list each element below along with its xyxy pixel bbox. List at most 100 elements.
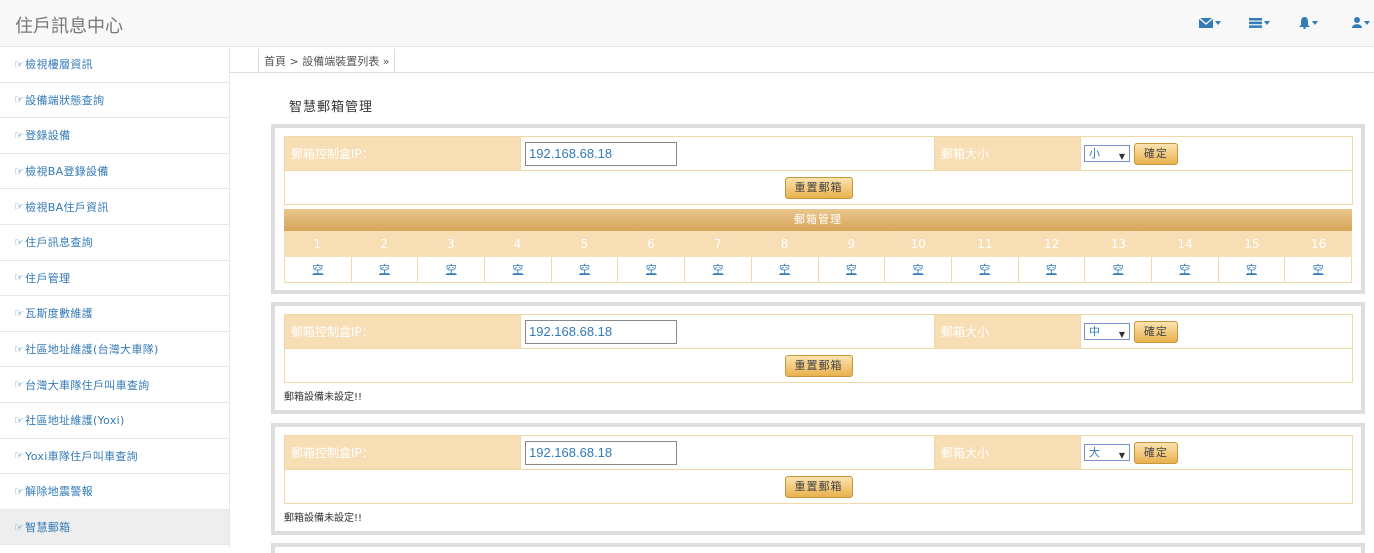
- tasks-icon[interactable]: [1249, 15, 1271, 31]
- slot-number: 7: [714, 237, 722, 251]
- ip-input[interactable]: [525, 319, 677, 344]
- sidebar-item-label: 解除地震警報: [25, 485, 93, 499]
- slot-number: 9: [847, 237, 856, 251]
- sidebar-item-ba-devices[interactable]: ☞ 檢視BA登錄設備: [0, 154, 229, 190]
- sidebar-item-taxi-query[interactable]: ☞ 台灣大車隊住戶叫車查詢: [0, 367, 229, 403]
- pointing-hand-icon: ☞: [14, 93, 25, 107]
- reset-mailbox-button[interactable]: 重置郵箱: [784, 176, 853, 199]
- sidebar-item-resident-management[interactable]: ☞ 住戶管理: [0, 261, 229, 297]
- sidebar-item-label: Yoxi車隊住戶叫車查詢: [25, 449, 138, 463]
- sidebar-item-ba-residents[interactable]: ☞ 檢視BA住戶資訊: [0, 189, 229, 225]
- slot-status-link[interactable]: 空: [646, 263, 657, 276]
- mailbox-panel-3: 郵箱控制盒IP： 郵箱大小 大▼ 確定 重置郵箱 郵箱設備未設定!!: [271, 423, 1365, 535]
- mailbox-panel-2: 郵箱控制盒IP： 郵箱大小 中▼ 確定 重置郵箱 郵箱設備未設定!!: [271, 302, 1365, 414]
- envelope-icon[interactable]: [1198, 15, 1221, 31]
- pointing-hand-icon: ☞: [14, 57, 25, 71]
- sidebar-item-label: 設備端狀態查詢: [25, 93, 105, 107]
- slot-status-link[interactable]: 空: [379, 263, 390, 276]
- slot-status-link[interactable]: 空: [1046, 263, 1057, 276]
- slot-number: 8: [780, 237, 789, 251]
- slot-status-link[interactable]: 空: [512, 263, 523, 276]
- reset-mailbox-button[interactable]: 重置郵箱: [784, 354, 853, 377]
- sidebar-item-floor-info[interactable]: ☞ 檢視樓層資訊: [0, 47, 229, 83]
- confirm-button[interactable]: 確定: [1133, 320, 1178, 343]
- slot-status-link[interactable]: 空: [913, 263, 924, 276]
- slot-status-link[interactable]: 空: [579, 263, 590, 276]
- sidebar-item-label: 登錄設備: [25, 129, 71, 143]
- slot-number: 16: [1310, 237, 1327, 251]
- size-select-value: 大: [1089, 446, 1100, 459]
- pointing-hand-icon: ☞: [14, 200, 25, 214]
- sidebar-item-device-status[interactable]: ☞ 設備端狀態查詢: [0, 83, 229, 119]
- slot-status-link[interactable]: 空: [312, 263, 323, 276]
- pointing-hand-icon: ☞: [14, 413, 25, 427]
- size-select[interactable]: 中 ▼: [1084, 323, 1130, 340]
- slot-status-link[interactable]: 空: [1113, 263, 1124, 276]
- slot-status-link[interactable]: 空: [446, 263, 457, 276]
- confirm-button[interactable]: 確定: [1133, 441, 1178, 464]
- slot-number: 2: [380, 237, 388, 251]
- slot-status-link[interactable]: 空: [1313, 263, 1324, 276]
- sidebar-item-register-device[interactable]: ☞ 登錄設備: [0, 118, 229, 154]
- slot-number: 13: [1110, 237, 1127, 251]
- slot-number: 5: [580, 237, 589, 251]
- main-content: 首頁 > 設備端裝置列表 » 智慧郵箱管理 郵箱控制盒IP： 郵箱大小 小▼ 確…: [230, 47, 1374, 553]
- ip-input[interactable]: [525, 141, 677, 166]
- sidebar-item-label: 智慧郵箱: [25, 521, 71, 535]
- pointing-hand-icon: ☞: [14, 342, 25, 356]
- mailbox-settings-table: 郵箱控制盒IP： 郵箱大小 中▼ 確定 重置郵箱: [284, 314, 1353, 383]
- sidebar-item-label: 檢視BA登錄設備: [25, 165, 109, 179]
- mailbox-panel-4: [271, 543, 1365, 553]
- sidebar-item-label: 檢視樓層資訊: [25, 58, 93, 72]
- size-select-value: 中: [1089, 325, 1100, 338]
- pointing-hand-icon: ☞: [14, 378, 25, 392]
- sidebar-item-address-yoxi[interactable]: ☞ 社區地址維護(Yoxi): [0, 403, 229, 439]
- slot-number: 3: [447, 237, 455, 251]
- breadcrumb-divider: [230, 72, 1374, 73]
- sidebar-item-label: 檢視BA住戶資訊: [25, 200, 109, 214]
- sidebar-item-label: 瓦斯度數維護: [25, 307, 93, 321]
- size-label: 郵箱大小: [934, 435, 1081, 470]
- sidebar-item-label: 住戶管理: [25, 271, 71, 285]
- sidebar-item-address-taiwan-taxi[interactable]: ☞ 社區地址維護(台灣大車隊): [0, 332, 229, 368]
- mailbox-settings-table: 郵箱控制盒IP： 郵箱大小 大▼ 確定 重置郵箱: [284, 435, 1353, 504]
- slot-status-link[interactable]: 空: [846, 263, 857, 276]
- pointing-hand-icon: ☞: [14, 128, 25, 142]
- slot-status-link[interactable]: 空: [779, 263, 790, 276]
- bell-icon[interactable]: [1299, 15, 1321, 31]
- ip-label: 郵箱控制盒IP：: [284, 435, 521, 470]
- top-navbar: 住戶訊息中心: [0, 0, 1374, 47]
- sidebar-item-resident-messages[interactable]: ☞ 住戶訊息查詢: [0, 225, 229, 261]
- size-select[interactable]: 大 ▼: [1084, 444, 1130, 461]
- slot-number-row: 1 2 3 4 5 6 7 8 9 10 11 12 13 14 15 16: [284, 231, 1352, 257]
- sidebar-item-label: 台灣大車隊住戶叫車查詢: [25, 378, 150, 392]
- sidebar: ☞ 檢視樓層資訊 ☞ 設備端狀態查詢 ☞ 登錄設備 ☞ 檢視BA登錄設備 ☞ 檢視BA住戶…: [0, 47, 230, 548]
- slot-number: 4: [513, 237, 522, 251]
- chevron-down-icon: ▼: [1118, 451, 1125, 460]
- slot-status-link[interactable]: 空: [979, 263, 990, 276]
- pointing-hand-icon: ☞: [14, 271, 25, 285]
- app-title[interactable]: 住戶訊息中心: [15, 12, 123, 38]
- slot-status-link[interactable]: 空: [712, 263, 723, 276]
- ip-input[interactable]: [525, 440, 677, 465]
- user-icon[interactable]: [1352, 15, 1374, 31]
- mailbox-management-header: 郵箱管理: [284, 209, 1352, 231]
- reset-mailbox-button[interactable]: 重置郵箱: [784, 475, 853, 498]
- mailbox-panel-1: 郵箱控制盒IP： 郵箱大小 小▼ 確定 重置郵箱 郵箱管理 1 2 3 4 5 …: [271, 124, 1365, 294]
- sidebar-item-yoxi-query[interactable]: ☞ Yoxi車隊住戶叫車查詢: [0, 439, 229, 475]
- mailbox-settings-table: 郵箱控制盒IP： 郵箱大小 小▼ 確定 重置郵箱: [284, 136, 1353, 205]
- ip-label: 郵箱控制盒IP：: [284, 314, 521, 349]
- slot-number: 12: [1043, 237, 1060, 251]
- slot-status-link[interactable]: 空: [1179, 263, 1190, 276]
- confirm-button[interactable]: 確定: [1133, 142, 1178, 165]
- breadcrumb[interactable]: 首頁 > 設備端裝置列表 »: [258, 49, 396, 73]
- pointing-hand-icon: ☞: [14, 484, 25, 498]
- sidebar-item-gas-readings[interactable]: ☞ 瓦斯度數維護: [0, 296, 229, 332]
- sidebar-item-earthquake-alert[interactable]: ☞ 解除地震警報: [0, 474, 229, 510]
- size-select-value: 小: [1089, 147, 1100, 160]
- page-title: 智慧郵箱管理: [289, 100, 374, 115]
- size-select[interactable]: 小 ▼: [1084, 145, 1130, 162]
- sidebar-item-smart-mailbox[interactable]: ☞ 智慧郵箱: [0, 509, 229, 546]
- slot-number: 11: [977, 237, 993, 251]
- slot-status-link[interactable]: 空: [1246, 263, 1257, 276]
